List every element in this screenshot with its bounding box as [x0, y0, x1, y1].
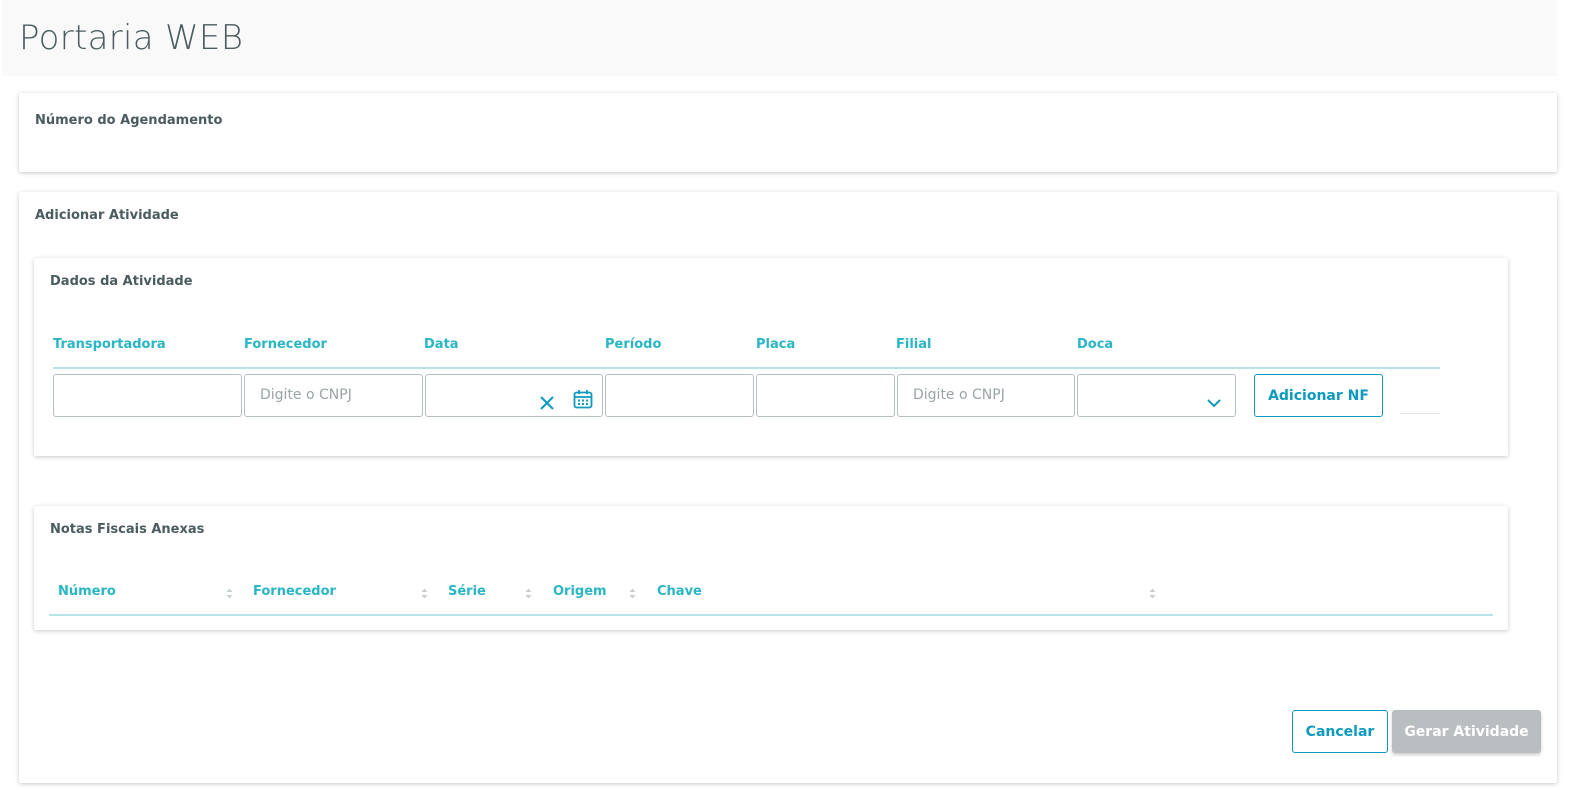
cancel-button[interactable]: Cancelar — [1292, 710, 1388, 753]
add-nf-button[interactable]: Adicionar NF — [1254, 374, 1383, 417]
placa-input[interactable] — [756, 374, 895, 417]
notas-fiscais-title: Notas Fiscais Anexas — [50, 522, 205, 537]
column-header-serie[interactable]: Série — [448, 584, 486, 599]
doca-select[interactable] — [1077, 374, 1236, 417]
fornecedor-label: Fornecedor — [244, 337, 327, 352]
sort-icon[interactable] — [1149, 584, 1156, 599]
dados-atividade-card: Dados da Atividade Transportadora Fornec… — [34, 258, 1508, 456]
placa-label: Placa — [756, 337, 796, 352]
data-label: Data — [424, 337, 459, 352]
fornecedor-placeholder: Digite o CNPJ — [260, 387, 352, 403]
periodo-label: Período — [605, 337, 662, 352]
filial-label: Filial — [896, 337, 932, 352]
adicionar-atividade-title: Adicionar Atividade — [35, 208, 179, 223]
page-header: Portaria WEB — [2, 0, 1557, 76]
table-header-divider — [49, 614, 1493, 616]
doca-label: Doca — [1077, 337, 1114, 352]
column-header-origem[interactable]: Origem — [553, 584, 607, 599]
column-header-chave[interactable]: Chave — [657, 584, 702, 599]
data-input[interactable] — [425, 374, 603, 417]
agendamento-card: Número do Agendamento — [19, 93, 1557, 172]
agendamento-title: Número do Agendamento — [35, 113, 223, 128]
fornecedor-input[interactable]: Digite o CNPJ — [244, 374, 423, 417]
fields-row-divider — [1400, 413, 1440, 414]
generate-activity-button[interactable]: Gerar Atividade — [1392, 710, 1541, 753]
sort-icon[interactable] — [421, 584, 428, 599]
calendar-icon[interactable] — [573, 385, 593, 409]
sort-icon[interactable] — [629, 584, 636, 599]
periodo-input[interactable] — [605, 374, 754, 417]
transportadora-input[interactable] — [53, 374, 242, 417]
fields-header-divider — [53, 367, 1440, 369]
transportadora-label: Transportadora — [53, 337, 166, 352]
column-header-numero[interactable]: Número — [58, 584, 116, 599]
sort-icon[interactable] — [226, 584, 233, 599]
filial-input[interactable]: Digite o CNPJ — [897, 374, 1075, 417]
chevron-down-icon — [1206, 387, 1222, 408]
filial-placeholder: Digite o CNPJ — [913, 387, 1005, 403]
page-title: Portaria WEB — [19, 18, 244, 58]
notas-fiscais-card: Notas Fiscais Anexas Número Fornecedor S… — [34, 506, 1508, 630]
close-icon[interactable] — [539, 387, 555, 410]
sort-icon[interactable] — [525, 584, 532, 599]
adicionar-atividade-card: Adicionar Atividade Dados da Atividade T… — [19, 192, 1557, 783]
column-header-fornecedor[interactable]: Fornecedor — [253, 584, 336, 599]
dados-atividade-title: Dados da Atividade — [50, 274, 193, 289]
